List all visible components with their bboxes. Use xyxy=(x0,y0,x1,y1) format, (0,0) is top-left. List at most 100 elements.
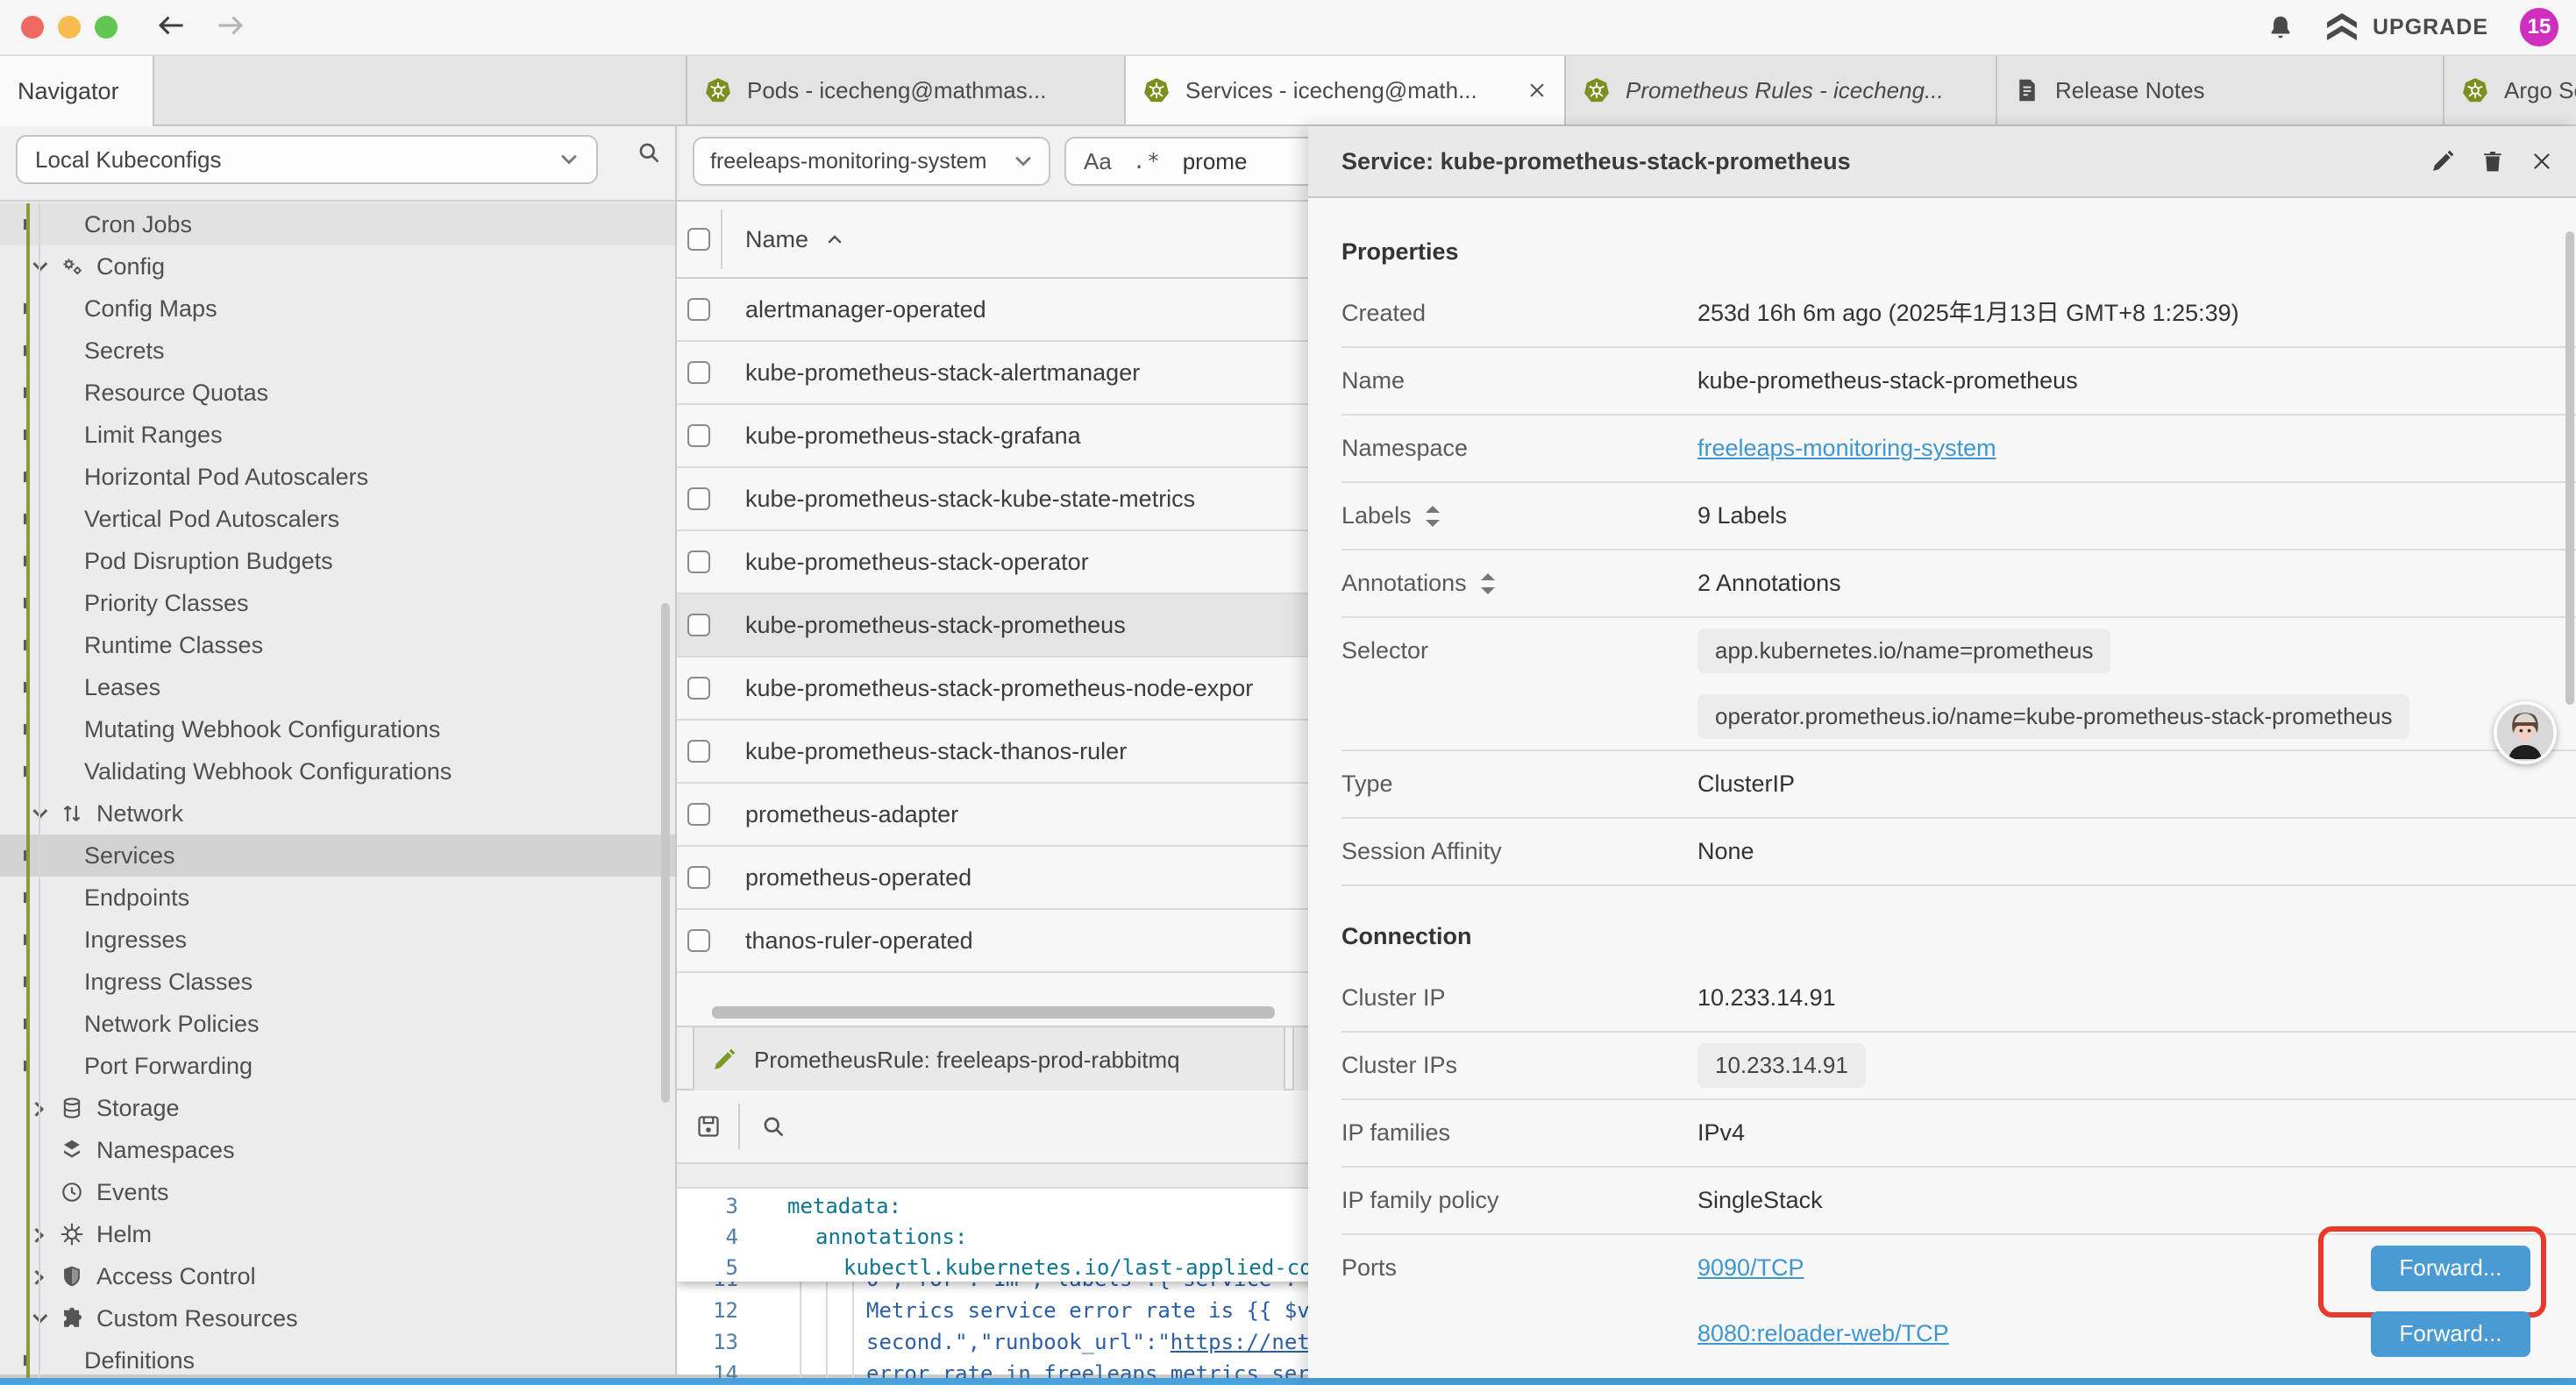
row-checkbox[interactable] xyxy=(687,298,710,321)
code-link[interactable]: https://net xyxy=(1171,1330,1310,1354)
sidebar-item[interactable]: Port Forwarding xyxy=(0,1045,675,1087)
sidebar-item[interactable]: Pod Disruption Budgets xyxy=(0,540,675,582)
user-avatar[interactable] xyxy=(2494,701,2557,764)
sidebar-item[interactable]: Custom Resources xyxy=(0,1297,675,1339)
notifications-bell-icon[interactable] xyxy=(2267,14,2294,40)
sidebar-item[interactable]: Vertical Pod Autoscalers xyxy=(0,498,675,540)
sidebar-item[interactable]: Runtime Classes xyxy=(0,624,675,666)
sidebar-item[interactable]: Network Policies xyxy=(0,1003,675,1045)
expand-toggle-icon[interactable] xyxy=(1481,573,1495,594)
tab-label: Release Notes xyxy=(2055,77,2425,104)
service-name: prometheus-operated xyxy=(745,864,971,891)
sidebar-item[interactable]: Network xyxy=(0,792,675,835)
select-all-checkbox[interactable] xyxy=(687,228,710,251)
cluster-tab[interactable]: Pods - icecheng@mathmas... xyxy=(687,56,1126,124)
port-link[interactable]: 9090/TCP xyxy=(1697,1235,1804,1301)
row-checkbox[interactable] xyxy=(687,677,710,700)
upgrade-button[interactable]: UPGRADE xyxy=(2325,13,2488,41)
match-case-icon[interactable]: Aa xyxy=(1084,148,1112,175)
property-label: Ports xyxy=(1341,1235,1697,1301)
sidebar-item[interactable]: Endpoints xyxy=(0,877,675,919)
row-checkbox[interactable] xyxy=(687,740,710,763)
delete-icon[interactable] xyxy=(2481,149,2504,174)
sidebar-item[interactable]: Definitions xyxy=(0,1339,675,1378)
sidebar-item[interactable]: Helm xyxy=(0,1213,675,1255)
tree-chevron-icon[interactable] xyxy=(25,808,51,819)
regex-icon[interactable]: .* xyxy=(1133,149,1162,174)
cluster-tab[interactable]: Services - icecheng@math... xyxy=(1126,56,1566,124)
close-panel-icon[interactable] xyxy=(2530,150,2553,173)
sidebar-item[interactable]: Ingresses xyxy=(0,919,675,961)
forward-button[interactable]: Forward... xyxy=(2371,1311,2530,1357)
sidebar-item[interactable]: Storage xyxy=(0,1087,675,1129)
namespace-filter-dropdown[interactable]: freeleaps-monitoring-system xyxy=(693,137,1050,186)
sidebar-item[interactable]: Secrets xyxy=(0,330,675,372)
tree-chevron-icon[interactable] xyxy=(25,261,51,272)
close-window-button[interactable] xyxy=(21,16,44,39)
row-checkbox[interactable] xyxy=(687,424,710,447)
upgrade-label: UPGRADE xyxy=(2373,15,2488,40)
row-checkbox[interactable] xyxy=(687,550,710,573)
tree-chevron-icon[interactable] xyxy=(25,1313,51,1324)
forward-button[interactable]: Forward... xyxy=(2371,1246,2530,1291)
property-label: Selector xyxy=(1341,618,1697,684)
kubeconfig-selector[interactable]: Local Kubeconfigs xyxy=(16,135,598,184)
save-icon[interactable] xyxy=(696,1114,721,1139)
row-checkbox[interactable] xyxy=(687,614,710,636)
sidebar-item[interactable]: Config xyxy=(0,245,675,288)
forward-arrow-icon[interactable] xyxy=(216,13,247,41)
minimize-window-button[interactable] xyxy=(58,16,81,39)
indent-guide xyxy=(800,1282,801,1378)
sidebar-item[interactable]: Ingress Classes xyxy=(0,961,675,1003)
row-checkbox[interactable] xyxy=(687,487,710,510)
notification-count-badge[interactable]: 15 xyxy=(2520,8,2558,46)
sidebar-item[interactable]: Validating Webhook Configurations xyxy=(0,750,675,792)
close-tab-icon[interactable] xyxy=(1527,81,1547,100)
detail-scrollbar[interactable] xyxy=(2565,231,2574,705)
editor-search-icon[interactable] xyxy=(761,1114,786,1139)
row-checkbox[interactable] xyxy=(687,803,710,826)
sidebar-item[interactable]: Leases xyxy=(0,666,675,708)
row-checkbox[interactable] xyxy=(687,929,710,952)
sidebar-scrollbar[interactable] xyxy=(661,603,670,1103)
name-column-header[interactable]: Name xyxy=(745,226,843,253)
edit-icon[interactable] xyxy=(2430,149,2455,174)
sidebar-item[interactable]: Events xyxy=(0,1171,675,1213)
sidebar-item[interactable]: Namespaces xyxy=(0,1129,675,1171)
sidebar-item[interactable]: Cron Jobs xyxy=(0,203,675,245)
sidebar-item[interactable]: Priority Classes xyxy=(0,582,675,624)
service-name: kube-prometheus-stack-alertmanager xyxy=(745,359,1140,387)
horizontal-scrollbar[interactable] xyxy=(712,1006,1275,1019)
tab-navigator[interactable]: Navigator xyxy=(0,56,154,126)
service-name: kube-prometheus-stack-prometheus-node-ex… xyxy=(745,675,1253,702)
property-value: None xyxy=(1697,819,2551,884)
expand-toggle-icon[interactable] xyxy=(1426,506,1440,527)
port-link[interactable]: 8080:reloader-web/TCP xyxy=(1697,1301,1949,1367)
row-checkbox[interactable] xyxy=(687,361,710,384)
tree-chevron-icon[interactable] xyxy=(25,1229,51,1239)
sidebar-item[interactable]: Services xyxy=(0,835,675,877)
navigator-search-icon[interactable] xyxy=(637,140,661,165)
back-arrow-icon[interactable] xyxy=(156,13,188,41)
sidebar-item[interactable]: Limit Ranges xyxy=(0,414,675,456)
property-label: Labels xyxy=(1341,483,1697,549)
tree-chevron-icon[interactable] xyxy=(25,1103,51,1113)
sidebar-item[interactable]: Access Control xyxy=(0,1255,675,1297)
value-link[interactable]: freeleaps-monitoring-system xyxy=(1697,435,1996,461)
sidebar-item[interactable]: Mutating Webhook Configurations xyxy=(0,708,675,750)
kubernetes-icon xyxy=(2462,77,2488,103)
sidebar-item[interactable]: Horizontal Pod Autoscalers xyxy=(0,456,675,498)
main-area: Local Kubeconfigs Cron Jobs Co xyxy=(0,126,2576,1378)
cluster-tab[interactable]: Release Notes xyxy=(1997,56,2444,124)
row-checkbox[interactable] xyxy=(687,866,710,889)
editor-tab[interactable]: PrometheusRule: freeleaps-prod-rabbitmq xyxy=(693,1027,1285,1092)
service-name: kube-prometheus-stack-operator xyxy=(745,549,1089,576)
sidebar-item[interactable]: Config Maps xyxy=(0,288,675,330)
tree-chevron-icon[interactable] xyxy=(25,1271,51,1282)
sidebar-item-label: Port Forwarding xyxy=(84,1053,253,1080)
sidebar-item[interactable]: Resource Quotas xyxy=(0,372,675,414)
cluster-tab[interactable]: Argo Se xyxy=(2444,56,2576,124)
sidebar-item-label: Priority Classes xyxy=(84,590,249,617)
cluster-tab[interactable]: Prometheus Rules - icecheng... xyxy=(1566,56,1997,124)
zoom-window-button[interactable] xyxy=(95,16,117,39)
